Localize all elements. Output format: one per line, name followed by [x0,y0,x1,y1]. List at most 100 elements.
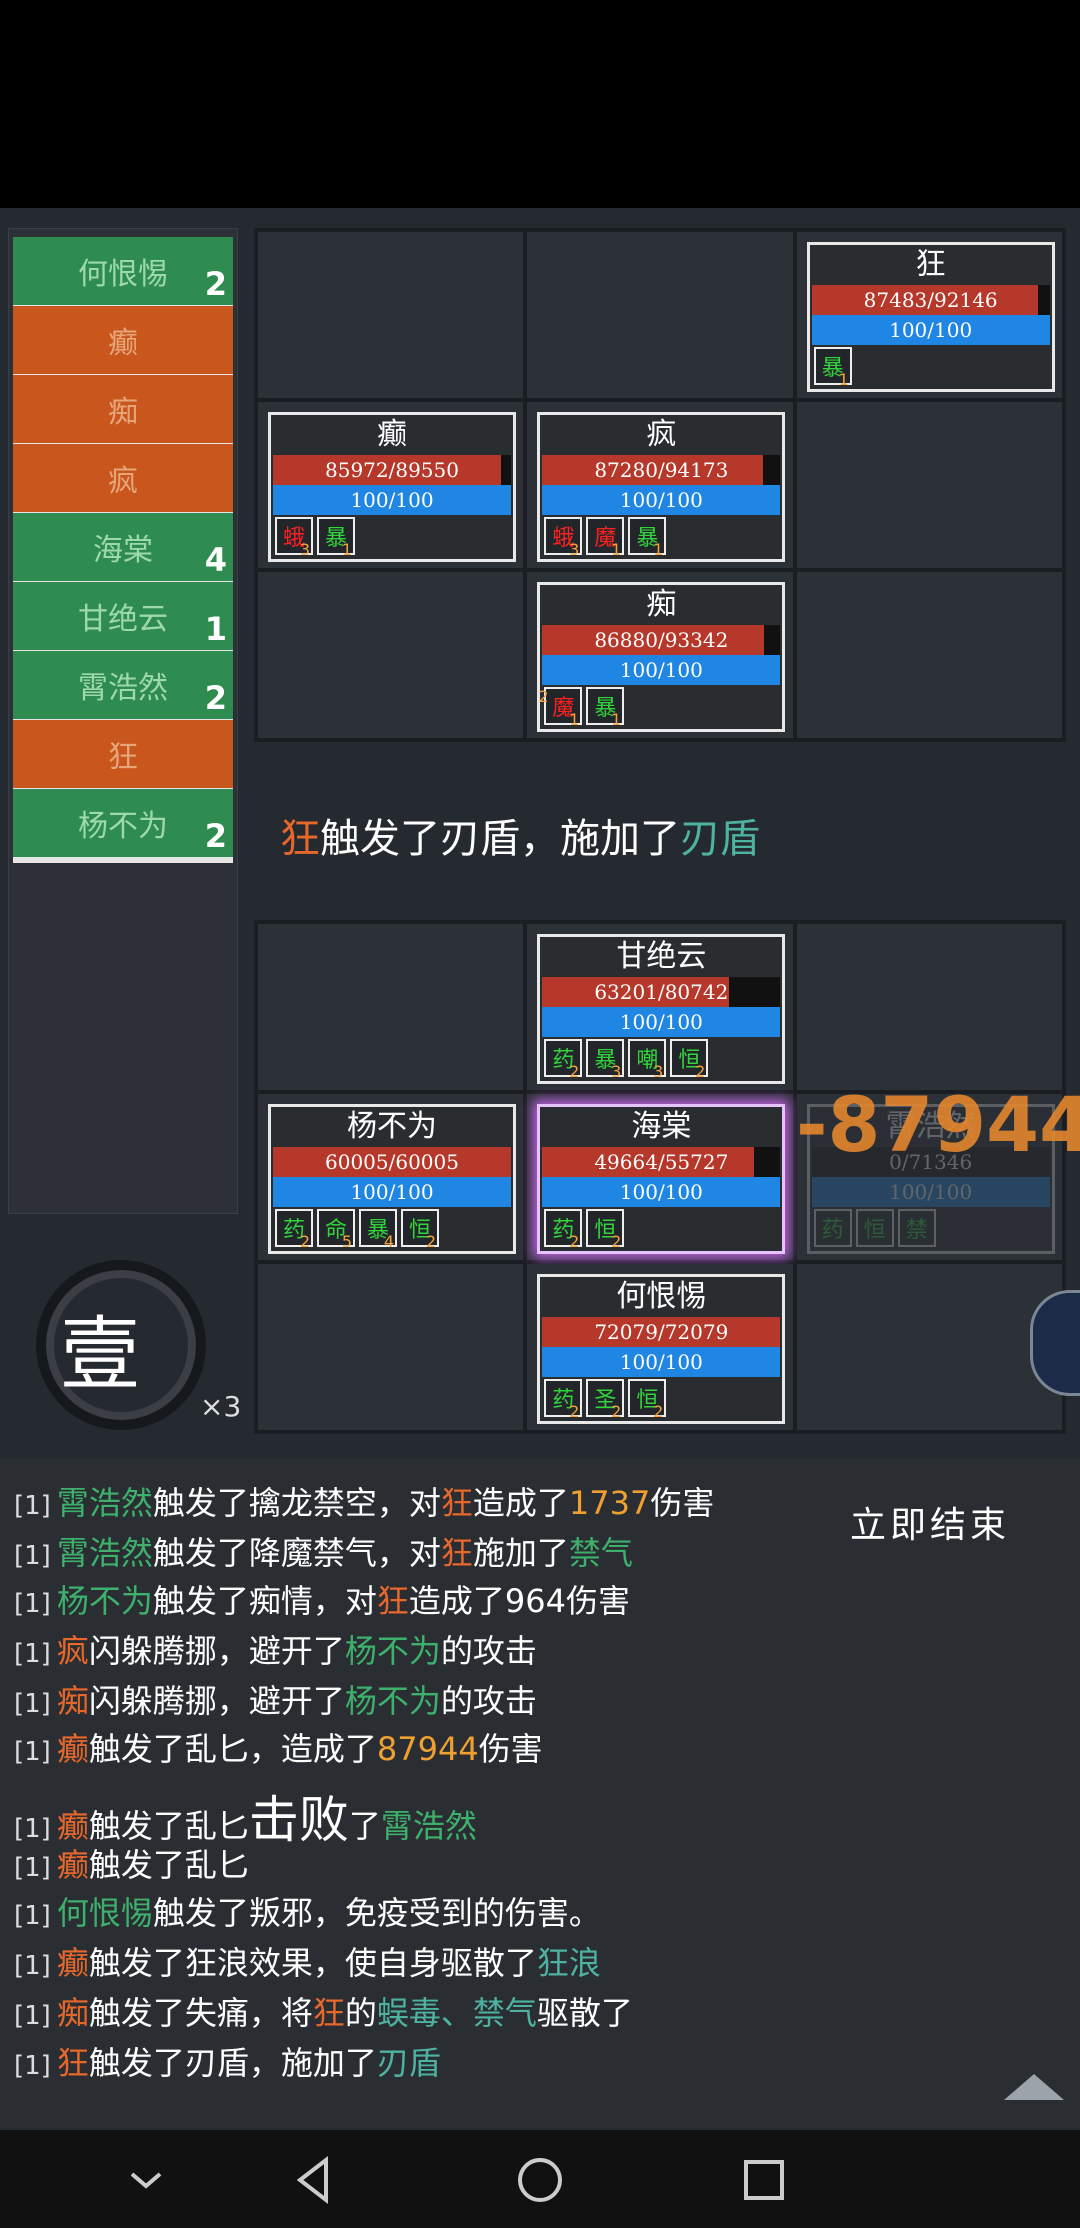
log-segment: 驱散了 [536,1994,633,2032]
buff-label: 恒 [863,1218,886,1243]
ally-unit-hai-selected[interactable]: 海棠 49664/55727 100/100 药 2 恒 2 [537,1104,786,1254]
buff-icon[interactable]: 魔12 [538,687,583,729]
buff-icon[interactable]: 魔1 [586,517,625,559]
buff-stack: 3 [569,540,580,559]
speed-multiplier[interactable]: ×3 [200,1390,241,1423]
scroll-up-icon[interactable] [1004,2074,1064,2100]
log-segment: 狂 [312,1994,345,2032]
mp-text: 100/100 [619,1010,703,1034]
log-segment: 何恨惕 [56,1894,153,1932]
enemy-unit-kuang[interactable]: 狂 87483/92146 100/100 暴 1 [806,242,1055,392]
buff-icon[interactable]: 药2 [544,1039,583,1081]
buff-icon[interactable]: 恒2 [628,1379,667,1421]
turn-order-name: 痴 [108,395,138,430]
mp-text: 100/100 [619,1180,703,1204]
buff-icon[interactable]: 恒 [855,1209,894,1247]
buff-icon[interactable]: 命5 [317,1209,355,1251]
enemy-unit-chi[interactable]: 痴 86880/93342 100/100 魔 1 2 暴 1 [537,582,786,732]
buff-icon[interactable]: 恒2 [586,1209,625,1251]
log-segment: 击败 [248,1791,349,1849]
buff-icon[interactable]: 恒2 [401,1209,439,1251]
enemy-unit-feng[interactable]: 疯 87280/94173 100/100 蛾 3 魔 1 暴 1 [537,412,786,562]
grid-cell: 癫 85972/89550 100/100 蛾 3 暴 1 [258,402,524,568]
buff-icon[interactable]: 蛾3 [275,517,313,559]
buff-icon[interactable]: 嘲3 [628,1039,667,1081]
log-segment: 狂 [440,1484,473,1522]
turn-order-name: 甘绝云 [78,602,168,637]
buff-icon[interactable]: 暴1 [628,517,667,559]
skill-book-icon[interactable] [1030,1290,1080,1396]
home-icon[interactable] [510,2150,570,2210]
buff-icon[interactable]: 暴3 [586,1039,625,1081]
buff-icon[interactable]: 药2 [275,1209,313,1251]
turn-order-name: 霄浩然 [78,671,168,706]
recents-icon[interactable] [734,2150,794,2210]
log-tag: [1] [14,1951,51,1981]
back-icon[interactable] [286,2150,346,2210]
mp-bar: 100/100 [811,315,1050,345]
mp-bar: 100/100 [542,1007,781,1037]
buff-stack: 2 [538,687,549,706]
enemy-unit-dian[interactable]: 癫 85972/89550 100/100 蛾 3 暴 1 [268,412,516,562]
log-tag: [1] [14,1541,51,1571]
log-segment: 施加了 [472,1534,569,1572]
unit-name: 何恨惕 [616,1279,707,1314]
log-line: [1] 霄浩然触发了擒龙禁空，对狂造成了1737伤害 [14,1478,714,1524]
buff-icon[interactable]: 恒2 [670,1039,709,1081]
buff-icon[interactable]: 禁 [897,1209,936,1247]
event-message: 狂触发了刃盾，施加了刃盾 [280,806,760,864]
turn-order-name: 癫 [108,326,138,361]
buff-icon[interactable]: 暴4 [359,1209,397,1251]
grid-cell: 疯 87280/94173 100/100 蛾 3 魔 1 暴 1 [527,402,793,568]
turn-order-item: 癫 [13,306,233,380]
buff-icon[interactable]: 药2 [544,1379,583,1421]
turn-order-item: 狂 [13,720,233,794]
unit-name: 甘绝云 [616,939,707,974]
buff-icon[interactable]: 暴1 [813,347,852,389]
ally-unit-yang[interactable]: 杨不为 60005/60005 100/100 药 2 命 5 暴 4 恒 2 [268,1104,516,1254]
mp-text: 100/100 [889,318,973,342]
log-segment: 杨不为 [344,1632,441,1670]
turn-order-name: 何恨惕 [78,257,168,292]
grid-cell: 杨不为 60005/60005 100/100 药 2 命 5 暴 4 恒 2 [258,1094,524,1260]
turn-order-count: 2 [204,679,227,717]
ally-unit-gan[interactable]: 甘绝云 63201/80742 100/100 药 2 暴 3 嘲 3 恒 2 [537,934,786,1084]
buff-stack: 1 [838,370,849,389]
mp-text: 100/100 [619,488,703,512]
chevron-down-icon[interactable] [116,2150,176,2210]
mp-bar: 100/100 [542,1347,781,1377]
log-segment: 触发了失痛，将 [88,1994,313,2032]
buff-icon[interactable]: 暴1 [317,517,355,559]
ally-unit-he[interactable]: 何恨惕 72079/72079 100/100 药 2 圣 2 恒 2 [537,1274,786,1424]
battle-log[interactable]: [1] 霄浩然触发了擒龙禁空，对狂造成了1737伤害 [1] 霄浩然触发了降魔禁气，对… [0,1458,1080,2128]
log-segment: 触发了乱匕，造成了 [88,1730,377,1768]
log-line: [1] 癫触发了乱匕，造成了87944伤害 [14,1724,543,1770]
end-battle-button[interactable]: 立即结束 [850,1496,1010,1548]
mp-text: 100/100 [619,658,703,682]
log-segment: 触发了狂浪效果，使自身驱散了 [88,1944,537,1982]
buff-stack: 2 [695,1062,706,1081]
log-segment: 的攻击 [440,1682,537,1720]
turn-order-count: 1 [204,610,227,648]
buff-icon[interactable]: 蛾3 [544,517,583,559]
grid-cell [258,572,524,738]
log-line: [1] 痴触发了失痛，将狂的蜈毒、禁气驱散了 [14,1988,633,2034]
buff-icon[interactable]: 药 [813,1209,852,1247]
log-tag: [1] [14,1491,51,1521]
hp-text: 60005/60005 [325,1150,459,1174]
log-segment: 的 [344,1994,377,2032]
buff-icon[interactable]: 药2 [544,1209,583,1251]
event-actor: 狂 [280,816,320,862]
grid-cell [796,924,1062,1090]
log-segment: 的攻击 [440,1632,537,1670]
buff-stack: 3 [299,540,310,559]
buff-stack: 1 [611,710,622,729]
system-nav-bar [0,2130,1080,2228]
buff-stack: 2 [299,1232,310,1251]
buff-stack: 3 [611,1062,622,1081]
buff-icon[interactable]: 圣2 [586,1379,625,1421]
buff-icon[interactable]: 暴1 [586,687,625,729]
turn-order-item: 海棠 4 [13,513,233,587]
log-tag: [1] [14,1901,51,1931]
hp-bar: 72079/72079 [542,1317,781,1347]
